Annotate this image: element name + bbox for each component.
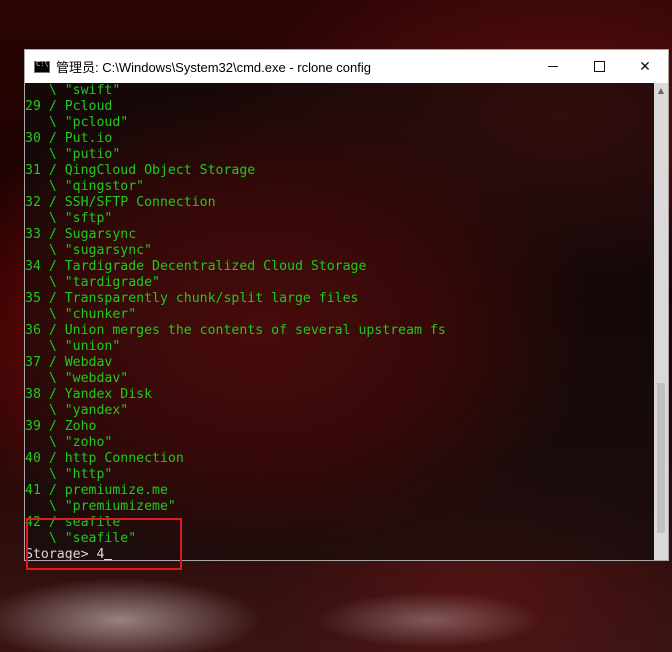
- terminal-line: \ "sugarsync": [25, 243, 153, 258]
- terminal-lines: \ "swift" 29 / Pcloud \ "pcloud" 30 / Put.…: [25, 83, 654, 547]
- close-icon: ✕: [639, 58, 651, 75]
- cmd-window: 管理员: C:\Windows\System32\cmd.exe - rclon…: [24, 49, 669, 561]
- terminal-line: \ "premiumizeme": [25, 499, 176, 514]
- terminal-line: 36 / Union merges the contents of severa…: [25, 323, 446, 338]
- highlight-annotation: [26, 518, 182, 570]
- vertical-scrollbar[interactable]: ▲: [654, 83, 668, 560]
- maximize-button[interactable]: [576, 50, 622, 83]
- minimize-icon: [548, 66, 558, 67]
- terminal-line: \ "sftp": [25, 211, 113, 226]
- terminal-line: \ "union": [25, 339, 121, 354]
- terminal-line: 37 / Webdav: [25, 355, 113, 370]
- terminal-line: 30 / Put.io: [25, 131, 113, 146]
- terminal-line: \ "zoho": [25, 435, 113, 450]
- terminal-line: 33 / Sugarsync: [25, 227, 137, 242]
- cmd-icon[interactable]: [34, 60, 50, 73]
- close-button[interactable]: ✕: [622, 50, 668, 83]
- terminal-line: 35 / Transparently chunk/split large fil…: [25, 291, 359, 306]
- terminal-line: \ "pcloud": [25, 115, 129, 130]
- terminal-line: \ "putio": [25, 147, 121, 162]
- title-bar[interactable]: 管理员: C:\Windows\System32\cmd.exe - rclon…: [25, 50, 668, 83]
- terminal-line: \ "tardigrade": [25, 275, 160, 290]
- minimize-button[interactable]: [530, 50, 576, 83]
- terminal-line: \ "webdav": [25, 371, 129, 386]
- terminal-line: 32 / SSH/SFTP Connection: [25, 195, 216, 210]
- terminal-line: 40 / http Connection: [25, 451, 184, 466]
- terminal-line: \ "yandex": [25, 403, 129, 418]
- terminal-line: 41 / premiumize.me: [25, 483, 168, 498]
- scroll-thumb[interactable]: [657, 383, 665, 533]
- terminal-line: 34 / Tardigrade Decentralized Cloud Stor…: [25, 259, 367, 274]
- terminal-line: \ "swift": [25, 83, 121, 98]
- terminal-line: 31 / QingCloud Object Storage: [25, 163, 256, 178]
- window-controls: ✕: [530, 50, 668, 83]
- terminal-line: \ "qingstor": [25, 179, 145, 194]
- terminal-output[interactable]: \ "swift" 29 / Pcloud \ "pcloud" 30 / Put.…: [25, 83, 654, 560]
- terminal-line: \ "chunker": [25, 307, 137, 322]
- scroll-up-icon[interactable]: ▲: [654, 83, 668, 97]
- terminal-line: 38 / Yandex Disk: [25, 387, 153, 402]
- terminal-line: 29 / Pcloud: [25, 99, 113, 114]
- terminal-line: 39 / Zoho: [25, 419, 97, 434]
- desktop-wallpaper: [0, 560, 672, 652]
- maximize-icon: [593, 61, 605, 72]
- terminal-line: \ "http": [25, 467, 113, 482]
- window-title: 管理员: C:\Windows\System32\cmd.exe - rclon…: [56, 60, 371, 75]
